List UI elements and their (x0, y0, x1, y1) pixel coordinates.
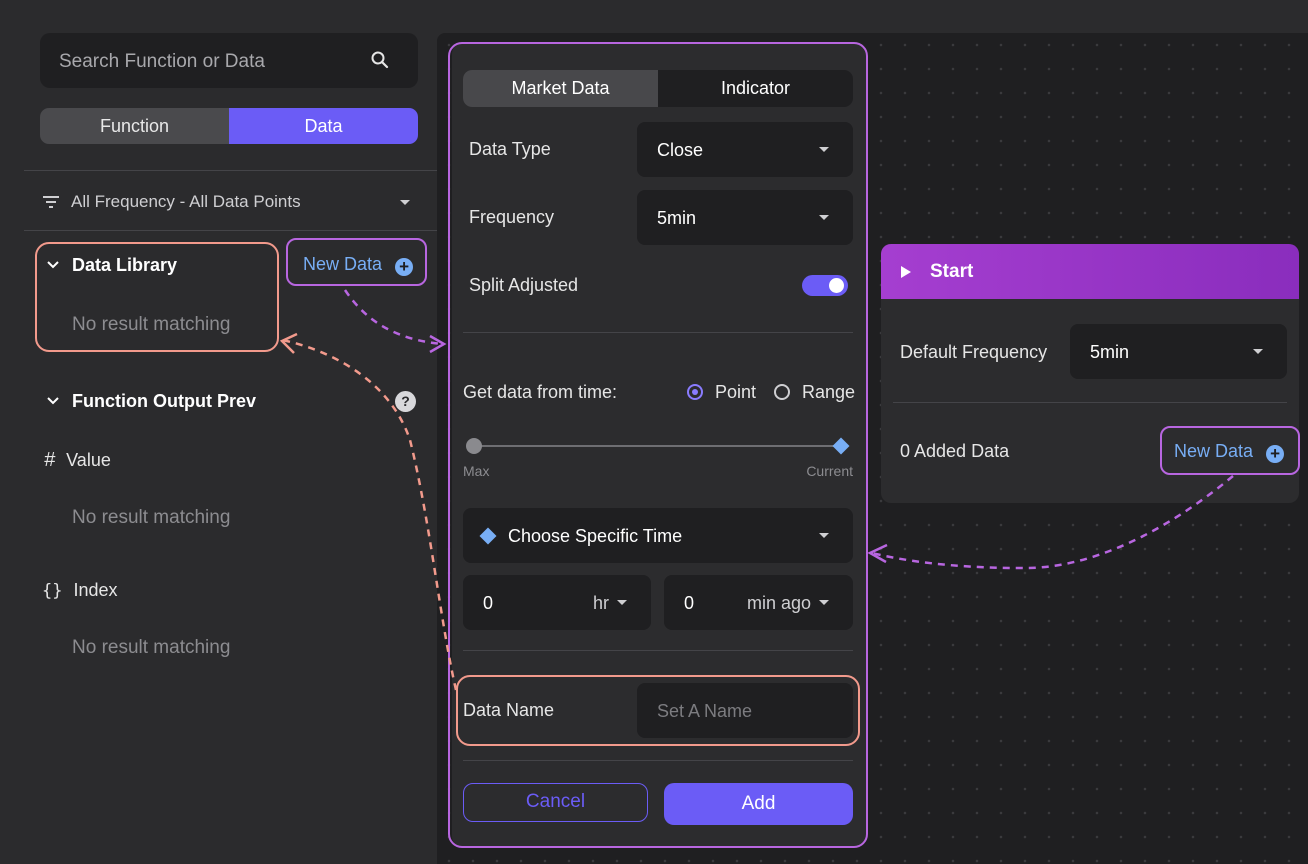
annotation-arrows (279, 289, 1234, 691)
arrow-new-data-to-panel (343, 289, 444, 346)
arrow-start-to-panel (871, 475, 1234, 570)
arrowhead (279, 332, 298, 354)
arrow-data-name-to-library (281, 338, 458, 691)
